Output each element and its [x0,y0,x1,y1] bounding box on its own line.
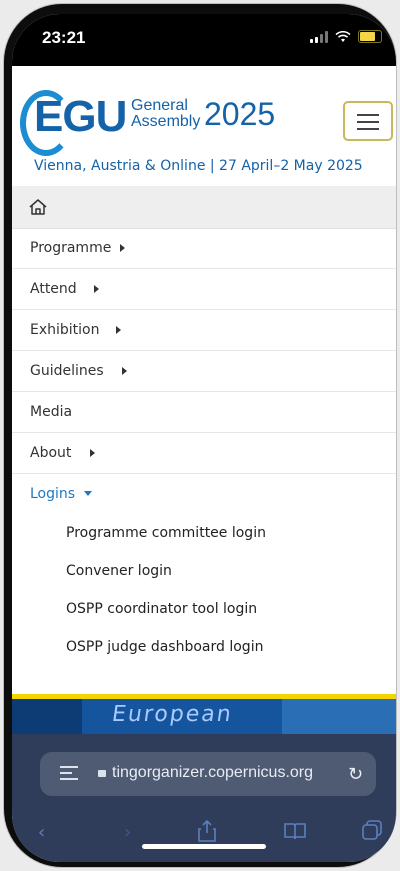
bookmarks-icon[interactable] [284,822,306,840]
login-programme-committee[interactable]: Programme committee login [66,525,266,541]
banner-text: European [110,702,235,727]
signal-icon [310,30,328,43]
nav-item-label: Exhibition [30,322,100,338]
back-icon[interactable]: ‹ [38,822,45,843]
nav-item-exhibition[interactable]: Exhibition [12,310,396,351]
nav-item-label: Programme [30,240,112,256]
tabs-icon[interactable] [60,766,78,780]
caret-right-icon [94,285,99,293]
caret-right-icon [120,244,125,252]
nav-item-guidelines[interactable]: Guidelines [12,351,396,392]
logo-assembly: Assembly [131,113,201,130]
home-indicator[interactable] [142,844,266,849]
nav-item-label: Logins [30,486,76,502]
nav-home[interactable] [12,186,396,229]
login-ospp-coordinator[interactable]: OSPP coordinator tool login [66,601,257,617]
caret-right-icon [122,367,127,375]
logo-general: General [131,97,188,114]
lock-icon [98,770,106,777]
hamburger-icon [357,114,379,116]
nav-item-label: Guidelines [30,363,104,379]
home-icon [29,199,47,215]
status-bar: 23:21 [12,14,396,66]
event-subtitle: Vienna, Austria & Online | 27 April–2 Ma… [34,158,363,174]
nav-item-programme[interactable]: Programme [12,228,396,269]
logo-letters: EGU [34,92,127,141]
hamburger-menu-button[interactable] [343,101,393,141]
phone-frame: 23:21 EGU General Assembly 2025 Vienna, … [4,4,396,867]
battery-icon [358,30,382,43]
nav-item-about[interactable]: About [12,433,396,474]
egu-logo[interactable]: EGU General Assembly 2025 [20,90,299,156]
logo-general-assembly: General Assembly [131,98,200,130]
login-convener[interactable]: Convener login [66,563,172,579]
screen: 23:21 EGU General Assembly 2025 Vienna, … [12,14,396,862]
login-ospp-judge[interactable]: OSPP judge dashboard login [66,639,263,655]
share-icon[interactable] [198,820,216,842]
tabs-overview-icon[interactable] [362,820,382,840]
nav-item-label: Attend [30,281,77,297]
browser-bottom-bar: tingorganizer.copernicus.org ↻ ‹ › [12,734,396,862]
url-text[interactable]: tingorganizer.copernicus.org [112,764,313,782]
wifi-icon [335,30,351,42]
reload-icon[interactable]: ↻ [348,764,363,785]
logo-year: 2025 [204,96,276,132]
nav-item-media[interactable]: Media [12,392,396,433]
nav-item-label: Media [30,404,73,420]
status-time: 23:21 [42,28,86,47]
status-icons [310,30,382,43]
hamburger-icon-line [357,121,379,123]
forward-icon[interactable]: › [124,822,131,843]
address-bar[interactable]: tingorganizer.copernicus.org ↻ [40,752,376,796]
nav-item-logins[interactable]: Logins [12,474,396,515]
hamburger-icon-line [357,128,379,130]
caret-down-icon [84,491,92,496]
caret-right-icon [90,449,95,457]
nav-item-label: About [30,445,72,461]
caret-right-icon [116,326,121,334]
site-header: EGU General Assembly 2025 Vienna, Austri… [12,66,396,184]
nav-item-attend[interactable]: Attend [12,269,396,310]
